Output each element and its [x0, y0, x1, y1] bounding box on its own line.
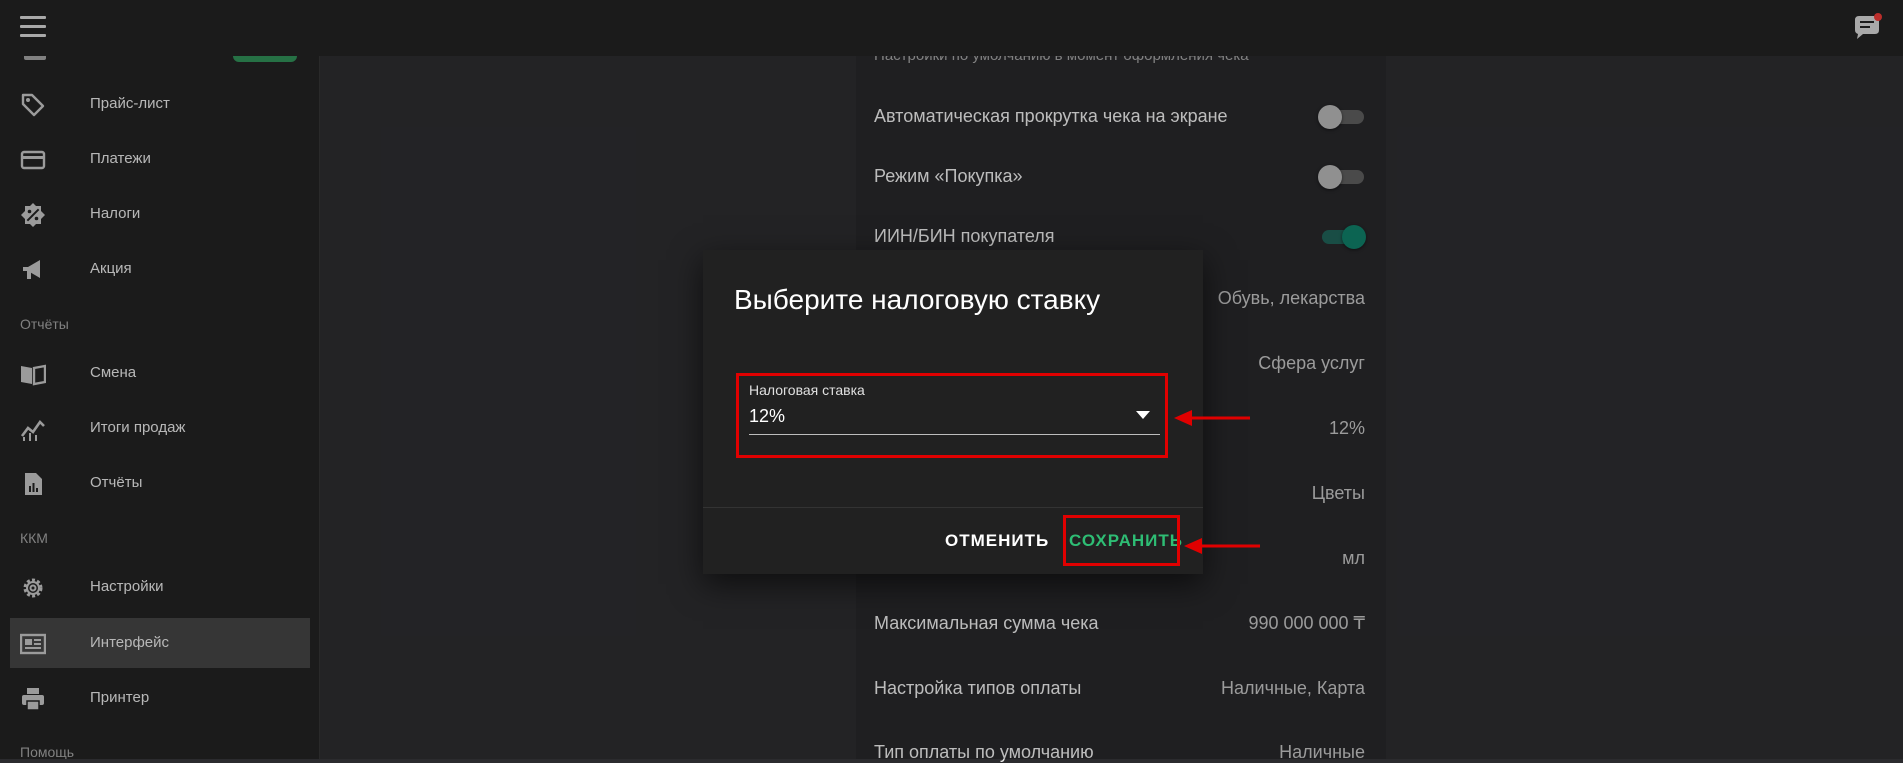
highlight-box-save — [1063, 515, 1180, 566]
highlight-box-select — [736, 373, 1168, 458]
annotation-arrow-left-icon — [1174, 410, 1250, 426]
dialog-divider — [703, 507, 1203, 508]
cancel-button[interactable]: ОТМЕНИТЬ — [945, 531, 1049, 551]
dialog-title: Выберите налоговую ставку — [734, 284, 1101, 315]
annotation-arrow-left-icon — [1184, 538, 1260, 554]
